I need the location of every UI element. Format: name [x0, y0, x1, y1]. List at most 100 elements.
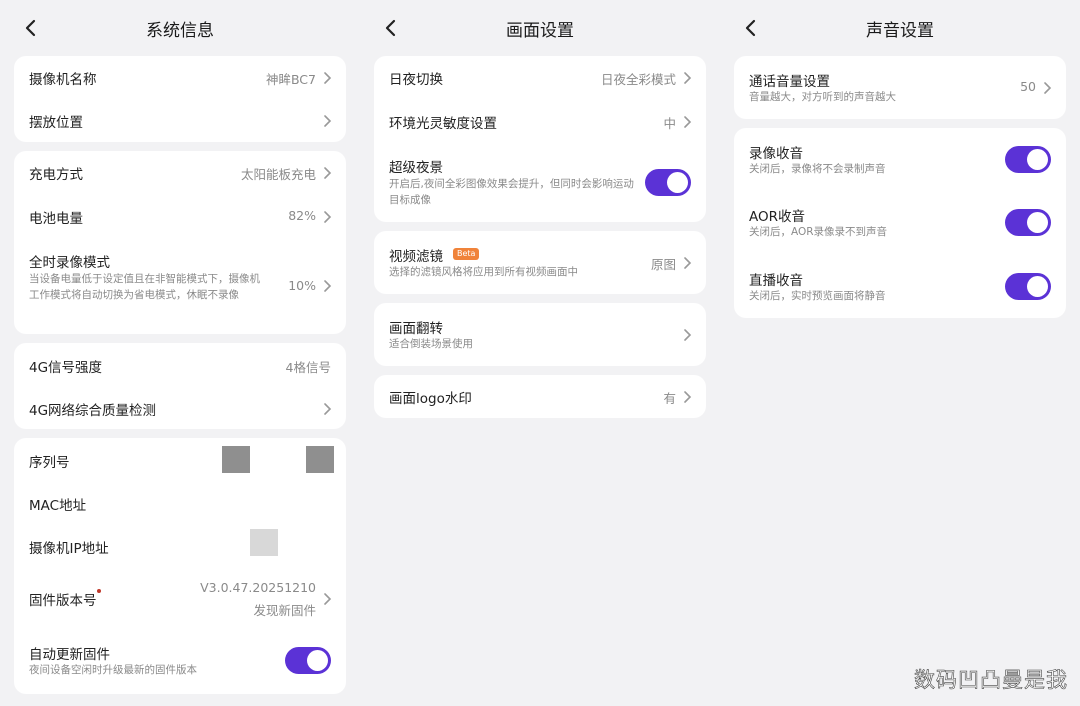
chevron-right-icon: [683, 329, 692, 341]
record-mode-value: 10%: [288, 278, 316, 293]
daynight-row[interactable]: 日夜切换 日夜全彩模式: [374, 56, 706, 99]
chevron-right-icon: [323, 72, 332, 84]
logo-card: 画面logo水印 有: [374, 375, 706, 418]
record-audio-label: 录像收音: [749, 146, 803, 162]
page-title: 画面设置: [506, 21, 574, 41]
power-card: 充电方式 太阳能板充电 电池电量 82% 全时录像模式 当设备电量低于设定值且在…: [14, 151, 346, 334]
record-mode-label: 全时录像模式: [29, 255, 110, 271]
call-volume-desc: 音量越大，对方听到的声音越大: [749, 91, 896, 103]
ip-label: 摄像机IP地址: [29, 541, 109, 557]
camera-name-label: 摄像机名称: [29, 72, 97, 88]
chevron-right-icon: [683, 257, 692, 269]
device-info-card: 序列号 MAC地址 摄像机IP地址 固件版本号 V3.0.47.20251210…: [14, 438, 346, 694]
aor-label: AOR收音: [749, 209, 806, 225]
redacted-block: [306, 446, 334, 473]
flip-label: 画面翻转: [389, 321, 443, 337]
flip-row[interactable]: 画面翻转 适合倒装场景使用: [374, 303, 706, 366]
page-title: 声音设置: [866, 21, 934, 41]
logo-row[interactable]: 画面logo水印 有: [374, 375, 706, 418]
mac-label: MAC地址: [29, 498, 87, 514]
watermark-text: 数码凹凸曼是我: [914, 668, 1068, 693]
auto-update-row: 自动更新固件 夜间设备空闲时升级最新的固件版本: [14, 629, 346, 694]
firmware-label: 固件版本号: [29, 593, 97, 609]
header: 声音设置: [720, 0, 1080, 56]
image-card: 日夜切换 日夜全彩模式 环境光灵敏度设置 中 超级夜景 开启后,夜间全彩图像效果…: [374, 56, 706, 222]
auto-update-desc: 夜间设备空闲时升级最新的固件版本: [29, 664, 197, 676]
signal-row: 4G信号强度 4格信号: [14, 343, 346, 386]
aor-toggle[interactable]: [1005, 209, 1051, 236]
supernight-toggle[interactable]: [645, 169, 691, 196]
aor-desc: 关闭后，AOR录像录不到声音: [749, 226, 888, 238]
record-audio-desc: 关闭后，录像将不会录制声音: [749, 163, 886, 175]
serial-label: 序列号: [29, 455, 70, 471]
battery-value: 82%: [288, 208, 316, 223]
picture-settings-panel: 画面设置 日夜切换 日夜全彩模式 环境光灵敏度设置 中 超级夜景 开启后,夜间全…: [360, 0, 720, 706]
auto-update-toggle[interactable]: [285, 647, 331, 674]
call-volume-row[interactable]: 通话音量设置 音量越大，对方听到的声音越大 50: [734, 56, 1066, 119]
chevron-right-icon: [323, 280, 332, 292]
live-audio-toggle[interactable]: [1005, 273, 1051, 300]
call-volume-value: 50: [1020, 79, 1036, 94]
charge-row[interactable]: 充电方式 太阳能板充电: [14, 151, 346, 194]
network-check-row[interactable]: 4G网络综合质量检测: [14, 386, 346, 429]
chevron-right-icon: [323, 211, 332, 223]
call-volume-card: 通话音量设置 音量越大，对方听到的声音越大 50: [734, 56, 1066, 119]
filter-desc: 选择的滤镜风格将应用到所有视频画面中: [389, 266, 578, 278]
toggle-knob: [307, 650, 328, 671]
chevron-right-icon: [683, 116, 692, 128]
supernight-desc: 开启后,夜间全彩图像效果会提升，但同时会影响运动目标成像: [389, 178, 634, 206]
redacted-block: [250, 529, 278, 556]
toggle-knob: [667, 172, 688, 193]
toggle-knob: [1027, 276, 1048, 297]
ambient-label: 环境光灵敏度设置: [389, 116, 497, 132]
chevron-right-icon: [683, 391, 692, 403]
supernight-row: 超级夜景 开启后,夜间全彩图像效果会提升，但同时会影响运动目标成像: [374, 142, 706, 222]
audio-card: 录像收音 关闭后，录像将不会录制声音 AOR收音 关闭后，AOR录像录不到声音 …: [734, 128, 1066, 318]
chevron-right-icon: [683, 72, 692, 84]
filter-value: 原图: [650, 257, 676, 272]
page-title: 系统信息: [146, 21, 214, 41]
serial-row: 序列号: [14, 438, 346, 481]
filter-label: 视频滤镜: [389, 249, 443, 265]
live-audio-row: 直播收音 关闭后，实时预览画面将静音: [734, 255, 1066, 318]
camera-name-row[interactable]: 摄像机名称 神眸BC7: [14, 56, 346, 99]
redacted-block: [222, 446, 250, 473]
supernight-label: 超级夜景: [389, 160, 443, 176]
network-card: 4G信号强度 4格信号 4G网络综合质量检测: [14, 343, 346, 429]
ambient-row[interactable]: 环境光灵敏度设置 中: [374, 99, 706, 142]
logo-label: 画面logo水印: [389, 391, 472, 407]
battery-row[interactable]: 电池电量 82%: [14, 194, 346, 237]
filter-row[interactable]: 视频滤镜 Beta 选择的滤镜风格将应用到所有视频画面中 原图: [374, 231, 706, 294]
system-info-panel: 系统信息 摄像机名称 神眸BC7 摆放位置 充电方式 太阳能板充电 电池电量 8…: [0, 0, 360, 706]
ip-row: 摄像机IP地址: [14, 524, 346, 567]
charge-label: 充电方式: [29, 167, 83, 183]
daynight-label: 日夜切换: [389, 72, 443, 88]
flip-desc: 适合倒装场景使用: [389, 338, 473, 350]
chevron-right-icon: [323, 593, 332, 605]
filter-card: 视频滤镜 Beta 选择的滤镜风格将应用到所有视频画面中 原图: [374, 231, 706, 294]
record-mode-row[interactable]: 全时录像模式 当设备电量低于设定值且在非智能模式下，摄像机工作模式将自动切换为省…: [14, 237, 346, 334]
toggle-knob: [1027, 149, 1048, 170]
chevron-right-icon: [323, 167, 332, 179]
header: 画面设置: [360, 0, 720, 56]
firmware-version: V3.0.47.20251210: [200, 580, 316, 595]
placement-row[interactable]: 摆放位置: [14, 99, 346, 142]
flip-card: 画面翻转 适合倒装场景使用: [374, 303, 706, 366]
camera-card: 摄像机名称 神眸BC7 摆放位置: [14, 56, 346, 142]
charge-value: 太阳能板充电: [240, 167, 316, 182]
call-volume-label: 通话音量设置: [749, 74, 830, 90]
signal-value: 4格信号: [285, 360, 331, 375]
ambient-value: 中: [663, 116, 676, 131]
camera-name-value: 神眸BC7: [265, 72, 316, 87]
sound-settings-panel: 声音设置 通话音量设置 音量越大，对方听到的声音越大 50 录像收音 关闭后，录…: [720, 0, 1080, 706]
beta-badge: Beta: [453, 248, 480, 260]
record-audio-toggle[interactable]: [1005, 146, 1051, 173]
firmware-new: 发现新固件: [253, 603, 316, 618]
live-audio-label: 直播收音: [749, 273, 803, 289]
chevron-right-icon: [1043, 82, 1052, 94]
record-mode-desc: 当设备电量低于设定值且在非智能模式下，摄像机工作模式将自动切换为省电模式，休眠不…: [29, 273, 260, 301]
network-check-label: 4G网络综合质量检测: [29, 403, 157, 419]
chevron-right-icon: [323, 403, 332, 415]
toggle-knob: [1027, 212, 1048, 233]
firmware-row[interactable]: 固件版本号 V3.0.47.20251210 发现新固件: [14, 567, 346, 629]
